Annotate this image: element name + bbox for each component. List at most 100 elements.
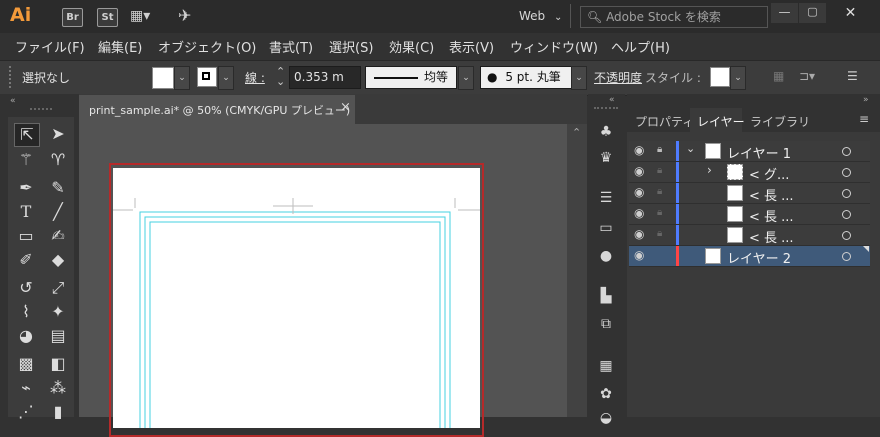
minimize-icon[interactable]: — [771,3,798,23]
stroke-panel-icon[interactable]: ☰ [596,188,616,208]
chevron-right-icon[interactable]: › [707,163,712,177]
gradient-tool-icon[interactable]: ◧ [46,353,70,375]
target-icon[interactable] [842,252,851,261]
eye-icon[interactable]: ◉ [634,206,644,220]
magic-wand-tool-icon[interactable]: ⚚ [14,149,38,171]
menu-file[interactable]: ファイル(F) [15,37,85,56]
eye-icon[interactable]: ◉ [634,164,644,178]
variable-width-profile[interactable]: 均等 [365,66,457,89]
pathfinder-icon[interactable]: ⧉ [596,314,616,334]
opacity-label[interactable]: 不透明度 [594,69,642,86]
lock-icon[interactable]: 🔒︎ [657,207,662,218]
lasso-tool-icon[interactable]: ♈ [46,149,70,171]
layer-row[interactable]: ◉ 🔒︎ < 長 ... [629,204,870,225]
stock-button[interactable]: St [97,8,118,27]
blend-tool-icon[interactable]: ⁂ [46,377,70,399]
layer-name[interactable]: < 長 ... [749,185,794,204]
column-graph-tool-icon[interactable]: ▮ [46,401,70,423]
bridge-button[interactable]: Br [62,8,83,27]
maximize-icon[interactable]: ▢ [799,3,826,23]
brush-dropdown[interactable]: ⌄ [571,66,587,90]
pen-tool-icon[interactable]: ✒ [14,177,38,199]
layer-row[interactable]: ◉ 🔒︎ < 長 ... [629,183,870,204]
canvas-area[interactable] [79,124,567,437]
eye-icon[interactable]: ◉ [634,248,644,262]
target-icon[interactable] [842,168,851,177]
layer-name[interactable]: < 長 ... [749,206,794,225]
gradient-panel-icon[interactable]: ▭ [596,218,616,238]
menu-view[interactable]: 表示(V) [449,37,494,56]
stroke-weight-input[interactable]: 0.353 m [289,66,361,89]
target-icon[interactable] [842,231,851,240]
lock-icon[interactable]: 🔒︎ [657,228,662,239]
layer-row-selected[interactable]: ◉ レイヤー 2 [629,246,870,267]
menu-window[interactable]: ウィンドウ(W) [510,37,598,56]
color-icon[interactable]: ✿ [596,384,616,404]
stroke-dropdown[interactable]: ⌄ [218,66,234,90]
rotate-tool-icon[interactable]: ↺ [14,277,38,299]
workspace-switcher[interactable]: Web ⌄ [519,9,562,23]
puppet-warp-tool-icon[interactable]: ✦ [46,301,70,323]
gpu-performance-icon[interactable]: ✈ [178,6,191,25]
target-icon[interactable] [842,189,851,198]
layer-row[interactable]: ◉ 🔒︎ › < グ... [629,162,870,183]
panel-menu-icon[interactable]: ≡ [859,112,869,126]
stock-search-input[interactable]: 🔍︎ Adobe Stock を検索 [580,6,768,28]
fill-swatch[interactable] [152,67,174,89]
menu-edit[interactable]: 編集(E) [98,37,142,56]
symbol-sprayer-tool-icon[interactable]: ⋰ [14,401,38,423]
type-tool-icon[interactable]: T [14,201,38,223]
stroke-swatch[interactable] [197,67,217,87]
tab-libraries[interactable]: ライブラリ [750,113,810,130]
lock-icon[interactable]: 🔒︎ [657,186,662,197]
lock-icon[interactable]: 🔒︎ [657,165,662,176]
style-dropdown[interactable]: ⌄ [730,66,746,90]
rectangle-tool-icon[interactable]: ▭ [14,225,38,247]
layer-row[interactable]: ◉ 🔒︎ < 長 ... [629,225,870,246]
paintbrush-tool-icon[interactable]: ✍ [46,225,70,247]
mesh-tool-icon[interactable]: ▩ [14,353,38,375]
lock-icon[interactable]: 🔒︎ [657,144,662,155]
collapse-icon[interactable]: « [609,95,615,105]
target-icon[interactable] [842,210,851,219]
target-icon[interactable] [842,147,851,156]
align-icon[interactable]: ▦ [773,69,784,83]
menu-type[interactable]: 書式(T) [269,37,313,56]
collapse-icon[interactable]: « [10,96,16,106]
graphic-style-swatch[interactable] [710,67,730,87]
swatches-icon[interactable]: ▦ [596,356,616,376]
brushes-icon[interactable]: ♛ [596,148,616,168]
eye-icon[interactable]: ◉ [634,227,644,241]
brush-definition[interactable]: ● 5 pt. 丸筆 [480,66,576,89]
vertical-scrollbar[interactable]: ⌃ [567,124,587,417]
width-tool-icon[interactable]: ⌇ [14,301,38,323]
direct-selection-tool-icon[interactable]: ➤ [46,123,70,145]
menu-select[interactable]: 選択(S) [329,37,373,56]
control-bar-grip[interactable] [9,66,14,88]
tab-layers[interactable]: レイヤー [697,113,745,130]
stroke-label[interactable]: 線 : [245,69,265,86]
close-tab-icon[interactable]: × [340,100,351,115]
appearance-icon[interactable]: ◒ [596,408,616,428]
shape-builder-tool-icon[interactable]: ◕ [14,325,38,347]
shaper-tool-icon[interactable]: ✐ [14,249,38,271]
curvature-tool-icon[interactable]: ✎ [46,177,70,199]
menu-effect[interactable]: 効果(C) [389,37,434,56]
layer-name[interactable]: < 長 ... [749,227,794,246]
symbols-icon[interactable]: ♣ [596,122,616,142]
stroke-stepper-icon[interactable]: ⌃ ⌄ [276,66,285,87]
layer-name[interactable]: レイヤー 1 [727,143,791,162]
layer-row[interactable]: ◉ 🔒︎ ⌄ レイヤー 1 [629,141,870,162]
scroll-up-icon[interactable]: ⌃ [572,126,581,139]
expand-icon[interactable]: » [863,95,869,105]
line-tool-icon[interactable]: ╱ [46,201,70,223]
panel-menu-icon[interactable]: ☰ [847,69,858,83]
eye-icon[interactable]: ◉ [634,185,644,199]
perspective-grid-tool-icon[interactable]: ▤ [46,325,70,347]
transparency-icon[interactable]: ● [596,246,616,266]
align-panel-icon[interactable]: ▙ [596,286,616,306]
selection-tool-icon[interactable]: ⇱ [14,123,40,147]
chevron-down-icon[interactable]: ⌄ [686,142,695,155]
fill-dropdown[interactable]: ⌄ [174,66,190,90]
close-icon[interactable]: ✕ [828,3,873,23]
